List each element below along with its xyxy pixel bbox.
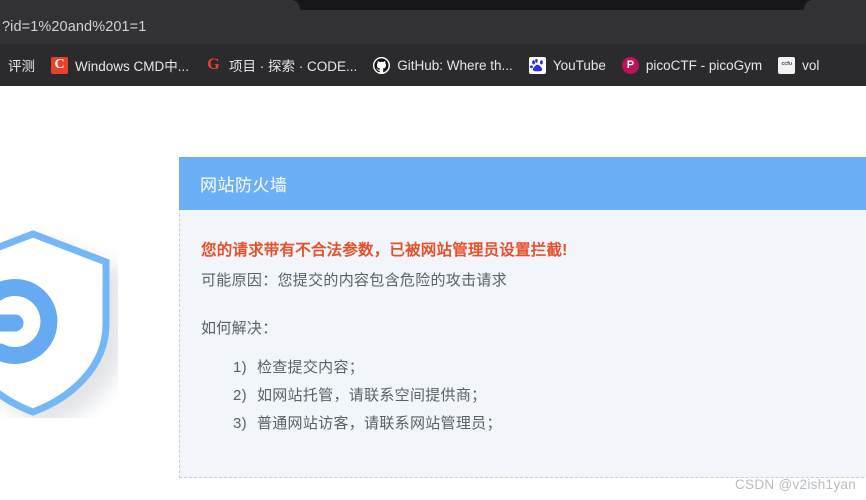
- bookmark-label: YouTube: [552, 57, 606, 73]
- bookmark-item[interactable]: 评测: [0, 51, 43, 79]
- bookmark-item[interactable]: YouTube: [521, 53, 614, 78]
- github-icon: [373, 56, 391, 74]
- browser-chrome: ?id=1%20and%201=1 评测 C Windows CMD中... G 项目 …: [0, 0, 866, 86]
- solution-number: 2): [233, 387, 247, 404]
- solution-list: 1) 检查提交内容； 2) 如网站托管，请联系空间提供商； 3) 普通网站访客，请联系网站…: [201, 354, 857, 438]
- url-text[interactable]: ?id=1%20and%201=1: [0, 19, 146, 35]
- howto-heading: 如何解决：: [201, 320, 278, 337]
- bookmark-item[interactable]: G 项目 · 探索 · CODE...: [197, 51, 365, 79]
- solution-text: 普通网站访客，请联系网站管理员；: [256, 415, 502, 432]
- panel-header: 网站防火墙: [179, 157, 866, 210]
- solution-list-item: 3) 普通网站访客，请联系网站管理员；: [233, 410, 857, 438]
- alert-message: 您的请求带有不合法参数，已被网站管理员设置拦截!: [201, 242, 568, 259]
- panel-title: 网站防火墙: [200, 176, 288, 195]
- picoctf-icon: P: [621, 56, 639, 74]
- firewall-notice-panel: 网站防火墙 您的请求带有不合法参数，已被网站管理员设置拦截! 可能原因：您提交的…: [179, 157, 866, 478]
- solution-number: 1): [233, 359, 247, 376]
- bookmark-item[interactable]: ccfu vol: [770, 53, 827, 78]
- csdn-icon: C: [51, 56, 68, 74]
- baidu-icon: [528, 56, 546, 74]
- address-bar[interactable]: ?id=1%20and%201=1: [0, 10, 866, 44]
- solution-list-item: 1) 检查提交内容；: [233, 354, 857, 382]
- bookmark-label: GitHub: Where th...: [397, 57, 513, 73]
- bookmark-label: Windows CMD中...: [75, 59, 190, 74]
- bookmark-label: 项目 · 探索 · CODE...: [229, 59, 358, 74]
- ccfu-icon: ccfu: [778, 56, 796, 74]
- bookmark-item[interactable]: C Windows CMD中...: [43, 51, 197, 79]
- page-content: 网站防火墙 您的请求带有不合法参数，已被网站管理员设置拦截! 可能原因：您提交的…: [0, 86, 866, 500]
- panel-body: 您的请求带有不合法参数，已被网站管理员设置拦截! 可能原因：您提交的内容包含危险…: [180, 210, 866, 438]
- bookmark-label: picoCTF - picoGym: [645, 57, 763, 73]
- google-icon: G: [207, 56, 220, 73]
- solution-text: 如网站托管，请联系空间提供商；: [256, 387, 487, 404]
- bookmark-item[interactable]: GitHub: Where th...: [365, 53, 521, 78]
- shield-with-e-logo: [0, 230, 110, 416]
- tab-strip: [0, 0, 866, 10]
- bookmarks-bar: 评测 C Windows CMD中... G 项目 · 探索 · CODE... GitH…: [0, 44, 866, 86]
- active-browser-tab[interactable]: [0, 0, 300, 10]
- bookmark-item[interactable]: PpicoCTF - picoGym: [614, 53, 770, 78]
- solution-text: 检查提交内容；: [256, 359, 365, 376]
- bookmark-label: vol: [802, 57, 820, 73]
- solution-number: 3): [233, 415, 247, 432]
- bookmark-label: 评测: [8, 59, 35, 74]
- csdn-watermark: CSDN @v2ish1yan: [735, 477, 856, 492]
- reason-message: 可能原因：您提交的内容包含危险的攻击请求: [201, 272, 508, 289]
- solution-list-item: 2) 如网站托管，请联系空间提供商；: [233, 382, 857, 410]
- background-browser-tab[interactable]: [804, 0, 866, 10]
